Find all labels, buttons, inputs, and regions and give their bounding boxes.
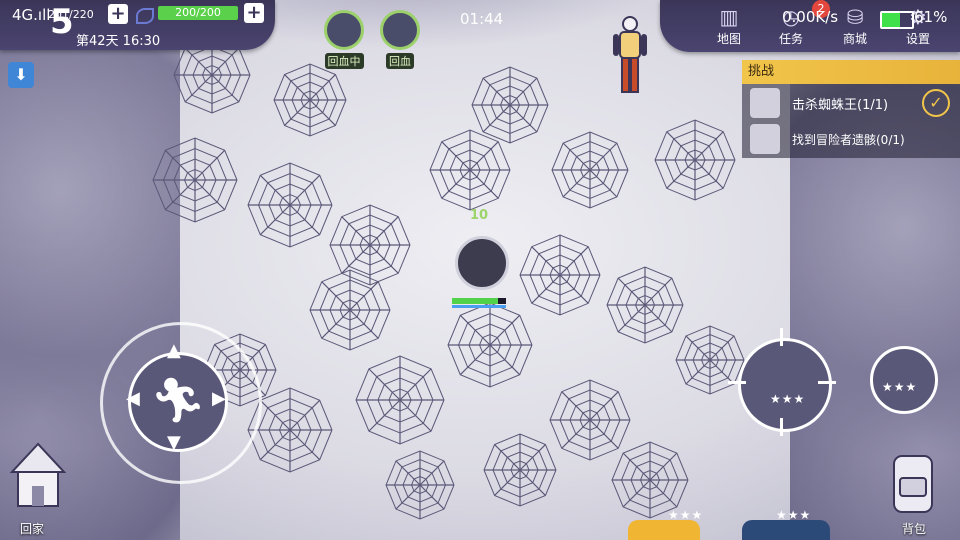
spider-web bbox=[273, 63, 347, 137]
weapon-slot-1[interactable] bbox=[628, 520, 700, 540]
day-time: 第42天 16:30 bbox=[76, 34, 161, 49]
spider-web bbox=[471, 66, 549, 144]
weapon-slot-2[interactable] bbox=[742, 520, 830, 540]
spider-web bbox=[447, 302, 533, 388]
map-icon: ▥ bbox=[719, 5, 739, 29]
add-food-button[interactable]: + bbox=[108, 4, 128, 24]
player-character bbox=[455, 236, 509, 290]
task-item[interactable]: 找到冒险者遗骸(0/1) bbox=[742, 122, 960, 156]
spider-king-icon bbox=[750, 88, 780, 118]
map-button[interactable]: ▥ 地图 bbox=[704, 4, 754, 47]
challenge-title: 挑战 bbox=[742, 60, 960, 84]
buff-label: 回血 bbox=[386, 53, 414, 69]
crosshair-tick bbox=[818, 381, 836, 384]
battery-percent: 61% bbox=[914, 8, 948, 26]
spider-web bbox=[654, 119, 736, 201]
crosshair-tick bbox=[780, 418, 783, 436]
spider-web bbox=[152, 137, 238, 223]
net-speed: 0.00K/s bbox=[782, 8, 839, 26]
backpack-icon[interactable] bbox=[888, 448, 938, 516]
attack-stars: ★★★ bbox=[770, 392, 806, 406]
player-stamina-bar bbox=[452, 305, 506, 308]
spider-web bbox=[483, 433, 557, 507]
buff-bandage[interactable]: 回血 bbox=[380, 10, 420, 69]
stamina-icon bbox=[136, 8, 154, 24]
house-icon[interactable] bbox=[10, 442, 66, 512]
bag-label: 背包 bbox=[902, 522, 927, 536]
food-value: 201/220 bbox=[48, 8, 94, 21]
battery-icon bbox=[880, 11, 914, 29]
spider-web bbox=[247, 162, 333, 248]
health-bar: 200/200 bbox=[158, 6, 238, 20]
buff-regen[interactable]: 回血中 bbox=[324, 10, 364, 69]
home-label: 回家 bbox=[20, 522, 45, 536]
health-value: 200/200 bbox=[175, 6, 221, 19]
check-icon: ✓ bbox=[922, 89, 950, 117]
crosshair-tick bbox=[728, 381, 746, 384]
spider-web bbox=[611, 441, 689, 519]
spider-web bbox=[385, 450, 455, 520]
spider-web bbox=[549, 379, 631, 461]
task-item[interactable]: 击杀蜘蛛王(1/1) ✓ bbox=[742, 86, 960, 120]
crosshair-icon bbox=[780, 328, 783, 346]
slot1-stars: ★★★ bbox=[668, 508, 704, 522]
arrow-up-icon: ▲ bbox=[167, 340, 181, 361]
skill-stars: ★★★ bbox=[882, 380, 918, 394]
player-health-bar bbox=[452, 298, 506, 304]
buff-label: 回血中 bbox=[324, 53, 364, 69]
clock: 01:44 bbox=[460, 10, 504, 28]
arrow-left-icon: ◀ bbox=[126, 388, 140, 409]
arrow-right-icon: ▶ bbox=[212, 388, 226, 409]
heart-regen-icon bbox=[324, 10, 364, 50]
spider-web bbox=[551, 131, 629, 209]
spider-web bbox=[519, 234, 601, 316]
status-panel: 4G.ıll 5 201/220 + 200/200 + 第42天 16:30 bbox=[0, 0, 275, 50]
challenge-panel[interactable]: 挑战 击杀蜘蛛王(1/1) ✓ 找到冒险者遗骸(0/1) bbox=[742, 60, 960, 158]
bandage-icon bbox=[380, 10, 420, 50]
attack-button[interactable] bbox=[738, 338, 832, 432]
slot2-stars: ★★★ bbox=[776, 508, 812, 522]
spider-web bbox=[429, 129, 511, 211]
arrow-down-icon: ▼ bbox=[167, 432, 181, 453]
add-health-button[interactable]: + bbox=[244, 3, 264, 23]
adventurer-npc[interactable] bbox=[612, 16, 648, 100]
damage-number: 10 bbox=[470, 208, 489, 223]
spider-web bbox=[309, 269, 391, 351]
spider-web bbox=[355, 355, 445, 445]
spider-web bbox=[606, 266, 684, 344]
signal-indicator: 4G.ıll bbox=[12, 6, 51, 24]
treasure-chest-icon bbox=[750, 124, 780, 154]
download-icon[interactable]: ⬇ bbox=[8, 62, 34, 88]
